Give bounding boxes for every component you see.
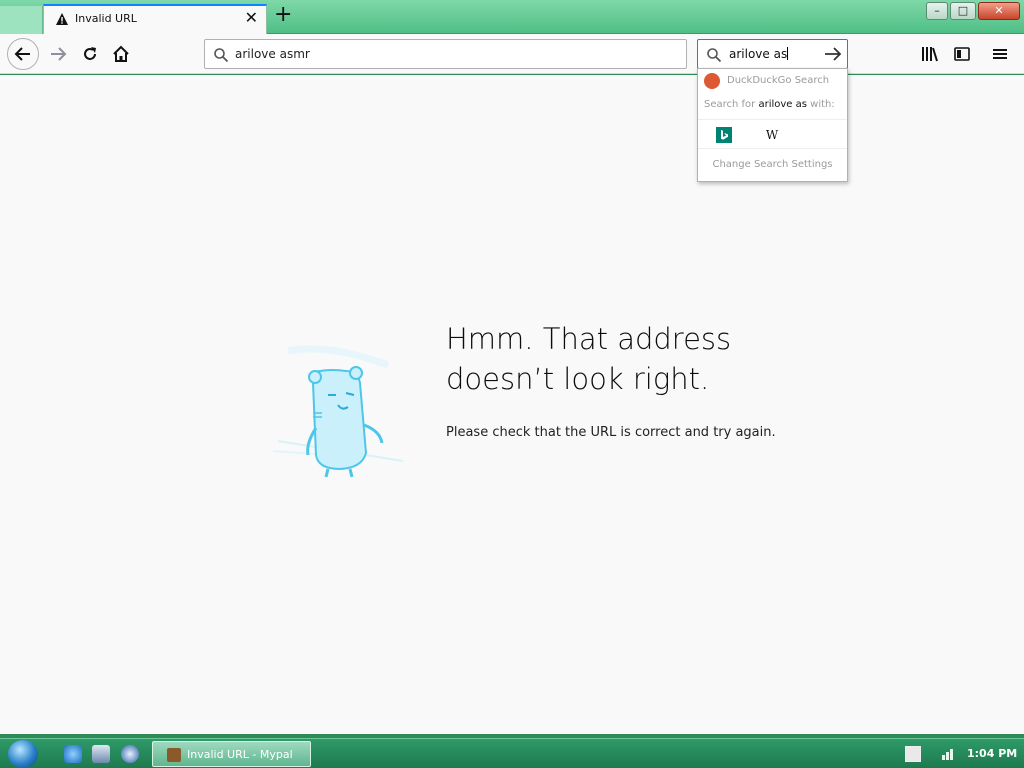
clock[interactable]: 1:04 PM bbox=[967, 747, 1017, 760]
search-for-query: arilove as bbox=[758, 99, 807, 110]
hamburger-menu-icon bbox=[993, 49, 1007, 59]
back-button[interactable] bbox=[7, 38, 39, 70]
error-title: Hmm. That address doesn’t look right. bbox=[446, 319, 731, 399]
search-bar[interactable]: arilove as bbox=[697, 39, 848, 69]
error-description: Please check that the URL is correct and… bbox=[446, 425, 776, 440]
url-input[interactable]: arilove asmr bbox=[235, 47, 310, 61]
search-icon bbox=[707, 48, 722, 63]
search-for-prefix: Search for bbox=[704, 99, 759, 110]
bing-engine-button[interactable] bbox=[714, 125, 734, 145]
search-for-suffix: with: bbox=[806, 99, 835, 110]
internet-explorer-icon[interactable] bbox=[64, 745, 82, 763]
back-arrow-icon bbox=[14, 47, 30, 61]
reload-icon bbox=[84, 47, 96, 60]
engine-name: DuckDuckGo Search bbox=[727, 75, 830, 86]
default-engine-row[interactable]: DuckDuckGo Search bbox=[698, 69, 847, 93]
close-icon: ✕ bbox=[994, 4, 1004, 17]
go-arrow-icon[interactable] bbox=[823, 45, 843, 63]
warning-icon bbox=[56, 13, 68, 25]
url-bar[interactable]: arilove asmr bbox=[204, 39, 687, 69]
error-title-line2: doesn’t look right. bbox=[446, 362, 710, 396]
menu-button[interactable] bbox=[988, 42, 1012, 66]
keyboard-icon[interactable] bbox=[905, 746, 921, 762]
error-title-line1: Hmm. That address bbox=[446, 322, 732, 356]
maximize-button[interactable]: □ bbox=[950, 2, 976, 20]
minimize-icon: – bbox=[934, 4, 940, 17]
reload-button[interactable] bbox=[74, 38, 106, 70]
search-for-label: Search for arilove as with: bbox=[704, 99, 835, 110]
media-player-icon[interactable] bbox=[121, 745, 139, 763]
home-icon bbox=[113, 45, 129, 62]
search-icon bbox=[214, 48, 229, 63]
close-tab-icon[interactable]: ✕ bbox=[245, 9, 258, 27]
close-window-button[interactable]: ✕ bbox=[978, 2, 1020, 20]
new-tab-button[interactable]: + bbox=[274, 3, 292, 27]
title-bar: Invalid URL ✕ + – □ ✕ bbox=[0, 0, 1024, 35]
tab-title: Invalid URL bbox=[75, 12, 137, 25]
search-input[interactable]: arilove as bbox=[729, 47, 789, 61]
maximize-icon: □ bbox=[957, 4, 969, 17]
minimize-button[interactable]: – bbox=[926, 2, 948, 20]
sidebar-icon bbox=[954, 47, 970, 61]
text-caret bbox=[787, 47, 789, 60]
page-content: Hmm. That address doesn’t look right. Pl… bbox=[0, 75, 1024, 734]
taskbar-item-label: Invalid URL - Mypal bbox=[187, 748, 293, 761]
taskbar: Invalid URL - Mypal 1:04 PM bbox=[0, 738, 1024, 768]
change-search-settings-button[interactable]: Change Search Settings bbox=[698, 159, 847, 170]
mypal-icon bbox=[167, 748, 181, 762]
network-icon[interactable] bbox=[940, 746, 956, 762]
library-button[interactable] bbox=[918, 42, 942, 66]
search-input-value: arilove as bbox=[729, 47, 788, 61]
taskbar-item-mypal[interactable]: Invalid URL - Mypal bbox=[152, 741, 311, 767]
home-button[interactable] bbox=[105, 38, 137, 70]
tab-invalid-url[interactable]: Invalid URL ✕ bbox=[43, 4, 267, 35]
start-button[interactable] bbox=[8, 740, 38, 768]
one-off-engines: W bbox=[698, 119, 847, 149]
show-desktop-icon[interactable] bbox=[92, 745, 110, 763]
sidebar-button[interactable] bbox=[950, 42, 974, 66]
wikipedia-icon: W bbox=[765, 128, 779, 142]
error-illustration bbox=[272, 345, 404, 478]
tab-stub[interactable] bbox=[0, 6, 43, 34]
forward-arrow-icon bbox=[51, 47, 67, 61]
duckduckgo-icon bbox=[704, 73, 720, 89]
search-suggestions-panel: DuckDuckGo Search Search for arilove as … bbox=[697, 68, 848, 182]
nav-toolbar: arilove asmr arilove as bbox=[0, 34, 1024, 74]
wikipedia-engine-button[interactable]: W bbox=[762, 125, 782, 145]
bing-icon bbox=[716, 127, 732, 143]
forward-button[interactable] bbox=[42, 38, 74, 70]
library-icon bbox=[922, 47, 938, 62]
